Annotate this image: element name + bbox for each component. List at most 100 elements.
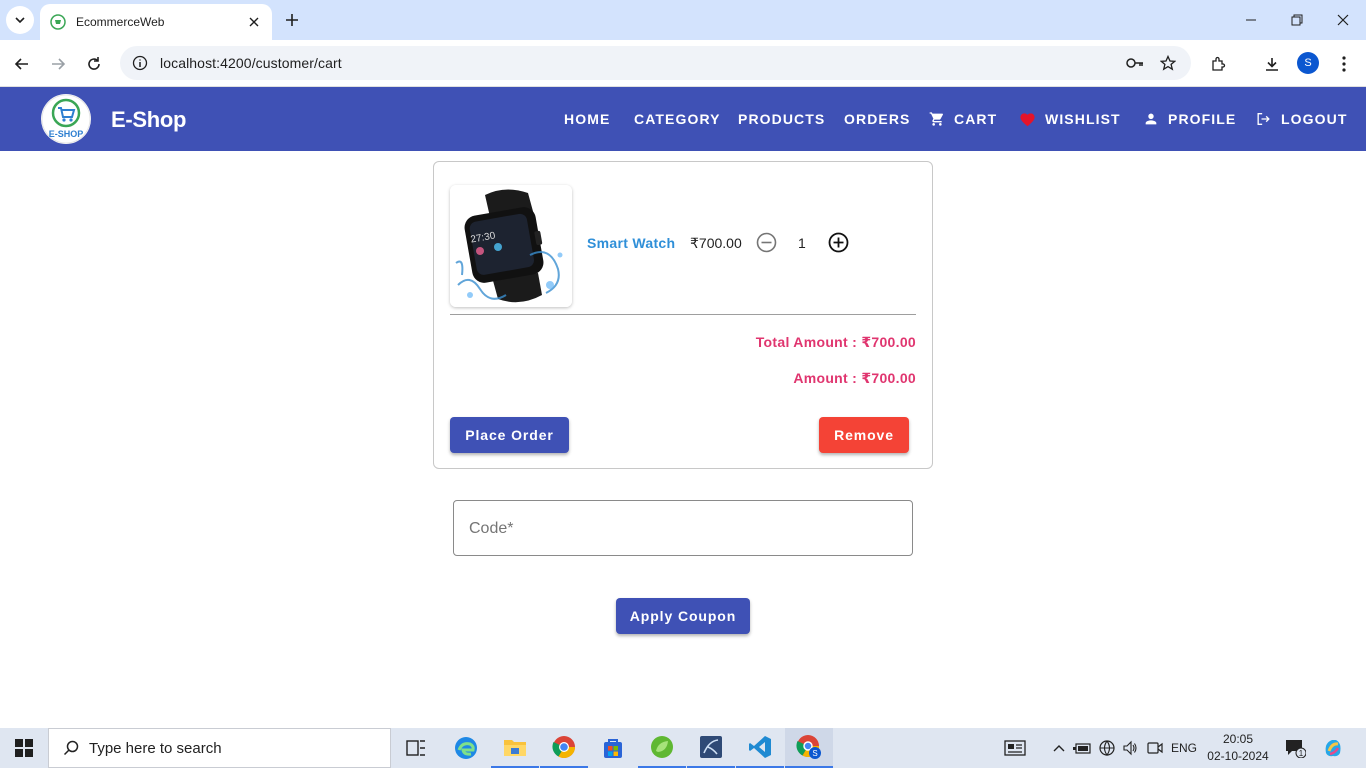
notifications-button[interactable]: 1 <box>1282 728 1308 768</box>
extensions-button[interactable] <box>1204 50 1232 78</box>
nav-category[interactable]: CATEGORY <box>634 110 721 128</box>
place-order-button[interactable]: Place Order <box>450 417 569 453</box>
nav-logout[interactable]: LOGOUT <box>1255 110 1347 128</box>
taskbar-search-placeholder: Type here to search <box>89 739 222 757</box>
nav-wishlist[interactable]: WISHLIST <box>1019 110 1121 128</box>
chrome-app[interactable] <box>540 728 588 768</box>
folder-icon <box>504 740 526 756</box>
show-hidden-icons-button[interactable] <box>1049 728 1069 768</box>
nav-products[interactable]: PRODUCTS <box>738 110 825 128</box>
eshop-favicon-icon <box>50 14 66 30</box>
spring-tools-app[interactable] <box>638 728 686 768</box>
edge-app[interactable] <box>442 728 490 768</box>
bookmark-star-icon[interactable] <box>1158 53 1178 73</box>
reload-icon <box>88 57 100 70</box>
news-widget[interactable] <box>1000 728 1030 768</box>
person-icon <box>1145 113 1157 125</box>
chevron-up-icon <box>1053 745 1065 752</box>
remove-button[interactable]: Remove <box>819 417 909 453</box>
speaker-icon <box>1123 740 1137 756</box>
store-app[interactable] <box>589 728 637 768</box>
site-info-icon[interactable] <box>132 55 148 71</box>
start-button[interactable] <box>0 728 48 768</box>
close-window-button[interactable] <box>1320 0 1366 40</box>
camera-tray[interactable] <box>1145 728 1165 768</box>
store-icon <box>604 739 622 758</box>
language-indicator[interactable]: ENG <box>1168 728 1200 768</box>
browser-menu-button[interactable] <box>1330 50 1358 78</box>
url-text[interactable]: localhost:4200/customer/cart <box>160 55 342 71</box>
nav-orders[interactable]: ORDERS <box>844 110 911 128</box>
battery-tray[interactable] <box>1072 728 1092 768</box>
browser-tabstrip: EcommerceWeb <box>0 0 1366 40</box>
clock-date: 02-10-2024 <box>1207 749 1269 763</box>
mysql-workbench-app[interactable] <box>687 728 735 768</box>
volume-tray[interactable] <box>1120 728 1140 768</box>
minus-circle-icon <box>756 232 777 253</box>
notification-icon: 1 <box>1286 740 1306 758</box>
nav-cart-label: CART <box>954 111 998 127</box>
notification-count: 1 <box>1299 749 1304 758</box>
eshop-logo[interactable]: E-SHOP <box>41 94 91 144</box>
nav-profile-label: PROFILE <box>1168 111 1237 127</box>
arrow-right-icon <box>52 58 66 70</box>
restore-button[interactable] <box>1274 0 1320 40</box>
windows-taskbar: Type here to search S ENG 20:05 02-10-20… <box>0 728 1366 768</box>
reload-button[interactable] <box>80 50 108 78</box>
nav-home[interactable]: HOME <box>564 110 610 128</box>
browser-tab[interactable]: EcommerceWeb <box>40 4 272 40</box>
vscode-icon <box>749 736 771 758</box>
task-view-button[interactable] <box>392 728 440 768</box>
tab-search-button[interactable] <box>6 6 34 34</box>
eshop-logo-icon: E-SHOP <box>41 94 91 144</box>
logo-text: E-SHOP <box>49 129 84 139</box>
minimize-button[interactable] <box>1228 0 1274 40</box>
chrome-profile-icon: S <box>796 735 821 759</box>
new-tab-button[interactable] <box>280 8 304 32</box>
coupon-code-input[interactable] <box>469 517 889 541</box>
cart-divider <box>450 314 916 315</box>
file-explorer-app[interactable] <box>491 728 539 768</box>
profile-avatar[interactable]: S <box>1297 52 1319 74</box>
nav-logout-label: LOGOUT <box>1281 111 1348 127</box>
increase-quantity-button[interactable] <box>828 232 849 253</box>
nav-profile[interactable]: PROFILE <box>1143 110 1236 128</box>
search-icon <box>63 740 79 756</box>
logout-icon <box>1257 113 1270 125</box>
download-icon <box>1266 58 1278 71</box>
app-navbar: E-SHOP E-Shop HOME CATEGORY PRODUCTS ORD… <box>0 87 1366 151</box>
nav-products-label: PRODUCTS <box>738 111 826 127</box>
copilot-button[interactable] <box>1320 728 1346 768</box>
plus-icon <box>286 14 298 26</box>
taskbar-search[interactable]: Type here to search <box>48 728 391 768</box>
tab-title: EcommerceWeb <box>76 15 165 29</box>
svg-text:S: S <box>812 749 817 758</box>
apply-coupon-button[interactable]: Apply Coupon <box>616 598 750 634</box>
close-tab-icon[interactable] <box>246 14 262 30</box>
network-tray[interactable] <box>1097 728 1117 768</box>
windows-logo-icon <box>15 739 33 757</box>
product-price: ₹700.00 <box>690 235 742 251</box>
database-icon <box>700 736 722 758</box>
password-key-icon[interactable] <box>1125 53 1145 73</box>
downloads-button[interactable] <box>1258 50 1286 78</box>
chevron-down-icon <box>15 17 25 24</box>
taskbar-clock[interactable]: 20:05 02-10-2024 <box>1206 731 1270 765</box>
close-icon <box>1337 14 1349 26</box>
news-icon <box>1004 740 1026 756</box>
forward-button[interactable] <box>44 50 72 78</box>
copilot-icon <box>1325 740 1341 757</box>
battery-icon <box>1073 743 1091 754</box>
coupon-code-field[interactable] <box>453 500 913 556</box>
puzzle-icon <box>1212 56 1226 71</box>
decrease-quantity-button[interactable] <box>756 232 777 253</box>
browser-toolbar: localhost:4200/customer/cart S <box>0 40 1366 87</box>
product-name[interactable]: Smart Watch <box>587 235 675 251</box>
chrome-profile-app[interactable]: S <box>785 728 833 768</box>
vscode-app[interactable] <box>736 728 784 768</box>
nav-cart[interactable]: CART <box>929 110 997 128</box>
back-button[interactable] <box>8 50 36 78</box>
brand-name[interactable]: E-Shop <box>111 107 187 133</box>
arrow-left-icon <box>14 58 28 70</box>
address-bar[interactable]: localhost:4200/customer/cart <box>120 46 1191 80</box>
